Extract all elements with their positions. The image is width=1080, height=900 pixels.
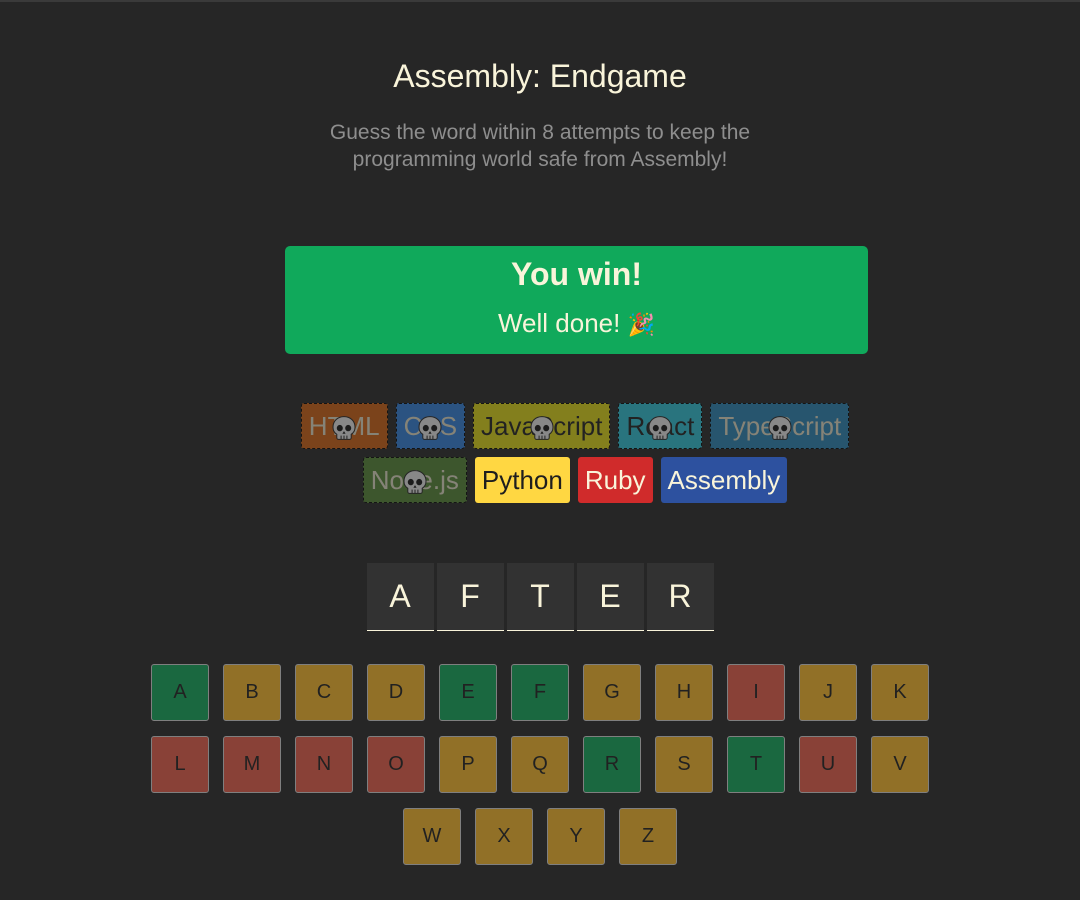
status-message: Well done! 🎉 [285,308,868,341]
keyboard: ABCDEFGHIJK LMNOPQRSTUV WXYZ [0,664,1080,865]
status-message-text: Well done! [497,308,621,338]
key-d[interactable]: D [367,664,425,721]
key-p[interactable]: P [439,736,497,793]
key-s[interactable]: S [655,736,713,793]
skull-icon [403,470,427,494]
language-chip-ruby: Ruby [577,457,653,503]
language-chip-python: Python [474,457,570,503]
key-z[interactable]: Z [619,808,677,865]
key-t[interactable]: T [727,736,785,793]
language-chip-assembly: Assembly [660,457,788,503]
language-chip-javascript: JavaScript [473,403,611,449]
key-b[interactable]: B [223,664,281,721]
key-h[interactable]: H [655,664,713,721]
game-status-banner: You win! Well done! 🎉 [285,246,868,354]
key-i[interactable]: I [727,664,785,721]
key-l[interactable]: L [151,736,209,793]
language-chip-label: Assembly [667,465,781,495]
key-o[interactable]: O [367,736,425,793]
word-letter-cell: E [576,563,644,631]
language-chip-css: CSS [395,403,466,449]
key-x[interactable]: X [475,808,533,865]
key-r[interactable]: R [583,736,641,793]
top-border [0,0,1080,2]
key-y[interactable]: Y [547,808,605,865]
game-title: Assembly: Endgame [393,58,687,94]
key-g[interactable]: G [583,664,641,721]
key-q[interactable]: Q [511,736,569,793]
language-chip-label: Python [481,465,563,495]
party-popper-icon: 🎉 [627,313,655,338]
skull-icon [332,416,356,440]
key-u[interactable]: U [799,736,857,793]
skull-icon [418,416,442,440]
key-f[interactable]: F [511,664,569,721]
key-v[interactable]: V [871,736,929,793]
skull-icon [768,416,792,440]
language-chip-nodejs: Node.js [362,457,467,503]
language-chip-react: React [618,403,703,449]
key-e[interactable]: E [439,664,497,721]
game-subtitle: Guess the word within 8 attempts to keep… [329,121,751,171]
game-header: Assembly: Endgame Guess the word within … [0,58,1080,173]
status-title: You win! [511,256,642,292]
language-chip-typescript: TypeScript [710,403,850,449]
key-n[interactable]: N [295,736,353,793]
word-letter-cell: R [646,563,714,631]
word-letter-cell: F [436,563,504,631]
language-chip-label: Ruby [584,465,646,495]
key-c[interactable]: C [295,664,353,721]
language-chips: HTMLCSSJavaScriptReactTypeScript Node.js P… [275,403,875,503]
language-chip-html: HTML [300,403,388,449]
key-m[interactable]: M [223,736,281,793]
skull-icon [530,416,554,440]
word-letter-cell: T [506,563,574,631]
word-letter-cell: A [366,563,434,631]
word-display: AFTER [0,563,1080,631]
key-j[interactable]: J [799,664,857,721]
key-a[interactable]: A [151,664,209,721]
skull-icon [648,416,672,440]
key-w[interactable]: W [403,808,461,865]
key-k[interactable]: K [871,664,929,721]
